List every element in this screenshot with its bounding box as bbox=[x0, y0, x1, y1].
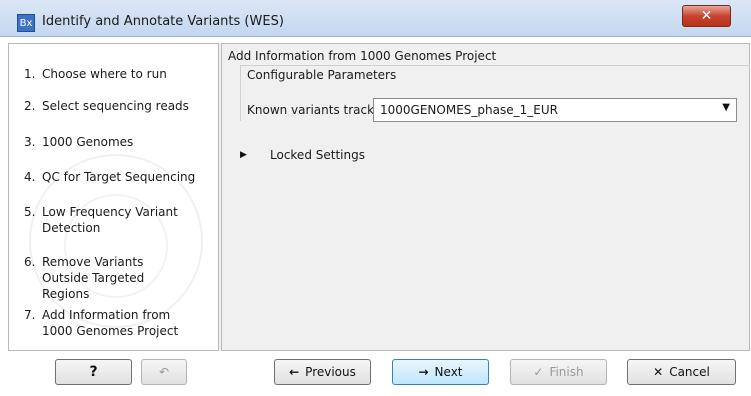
x-icon: ✕ bbox=[653, 365, 664, 379]
app-icon: Bx bbox=[17, 14, 35, 32]
group-title: Configurable Parameters bbox=[247, 68, 397, 82]
reset-button[interactable]: ↶ bbox=[141, 359, 187, 385]
chevron-down-icon: ▼ bbox=[722, 102, 730, 113]
step-1: 1. Choose where to run bbox=[24, 67, 167, 81]
dialog-window: Bx Identify and Annotate Variants (WES) … bbox=[0, 0, 751, 396]
step-content: Add Information from 1000 Genomes Projec… bbox=[221, 43, 750, 351]
dialog-body: 1. Choose where to run 2. Select sequencin… bbox=[8, 43, 750, 351]
finish-button[interactable]: ✓ Finish bbox=[510, 359, 607, 385]
step-7: 7. Add Information from 1000 Genomes Proj… bbox=[24, 308, 179, 338]
window-title: Identify and Annotate Variants (WES) bbox=[42, 14, 284, 29]
arrow-left-icon: ← bbox=[289, 365, 300, 379]
title-bar[interactable]: Bx Identify and Annotate Variants (WES) … bbox=[0, 0, 751, 37]
close-button[interactable]: ✕ bbox=[682, 5, 731, 27]
undo-icon: ↶ bbox=[158, 365, 170, 379]
known-variants-label: Known variants track bbox=[247, 103, 375, 117]
step-3: 3. 1000 Genomes bbox=[24, 135, 134, 149]
step-5: 5. Low Frequency Variant Detection bbox=[24, 205, 178, 235]
help-button[interactable]: ? bbox=[55, 359, 132, 385]
step-4: 4. QC for Target Sequencing bbox=[24, 170, 196, 184]
close-icon: ✕ bbox=[700, 8, 713, 24]
cancel-button[interactable]: ✕ Cancel bbox=[627, 359, 736, 385]
locked-settings-label: Locked Settings bbox=[270, 148, 365, 162]
checkmark-icon: ✓ bbox=[533, 365, 544, 379]
known-variants-value: 1000GENOMES_phase_1_EUR bbox=[380, 103, 558, 117]
steps-panel: 1. Choose where to run 2. Select sequencin… bbox=[8, 43, 219, 351]
arrow-right-icon: → bbox=[418, 365, 429, 379]
step-6: 6. Remove Variants Outside Targeted Regio… bbox=[24, 255, 145, 301]
known-variants-dropdown[interactable]: 1000GENOMES_phase_1_EUR ▼ bbox=[373, 98, 737, 122]
next-button[interactable]: → Next bbox=[392, 359, 489, 385]
previous-button[interactable]: ← Previous bbox=[274, 359, 371, 385]
expand-arrow-icon: ▶ bbox=[240, 150, 247, 160]
step-2: 2. Select sequencing reads bbox=[24, 99, 189, 113]
content-title: Add Information from 1000 Genomes Projec… bbox=[228, 49, 497, 63]
